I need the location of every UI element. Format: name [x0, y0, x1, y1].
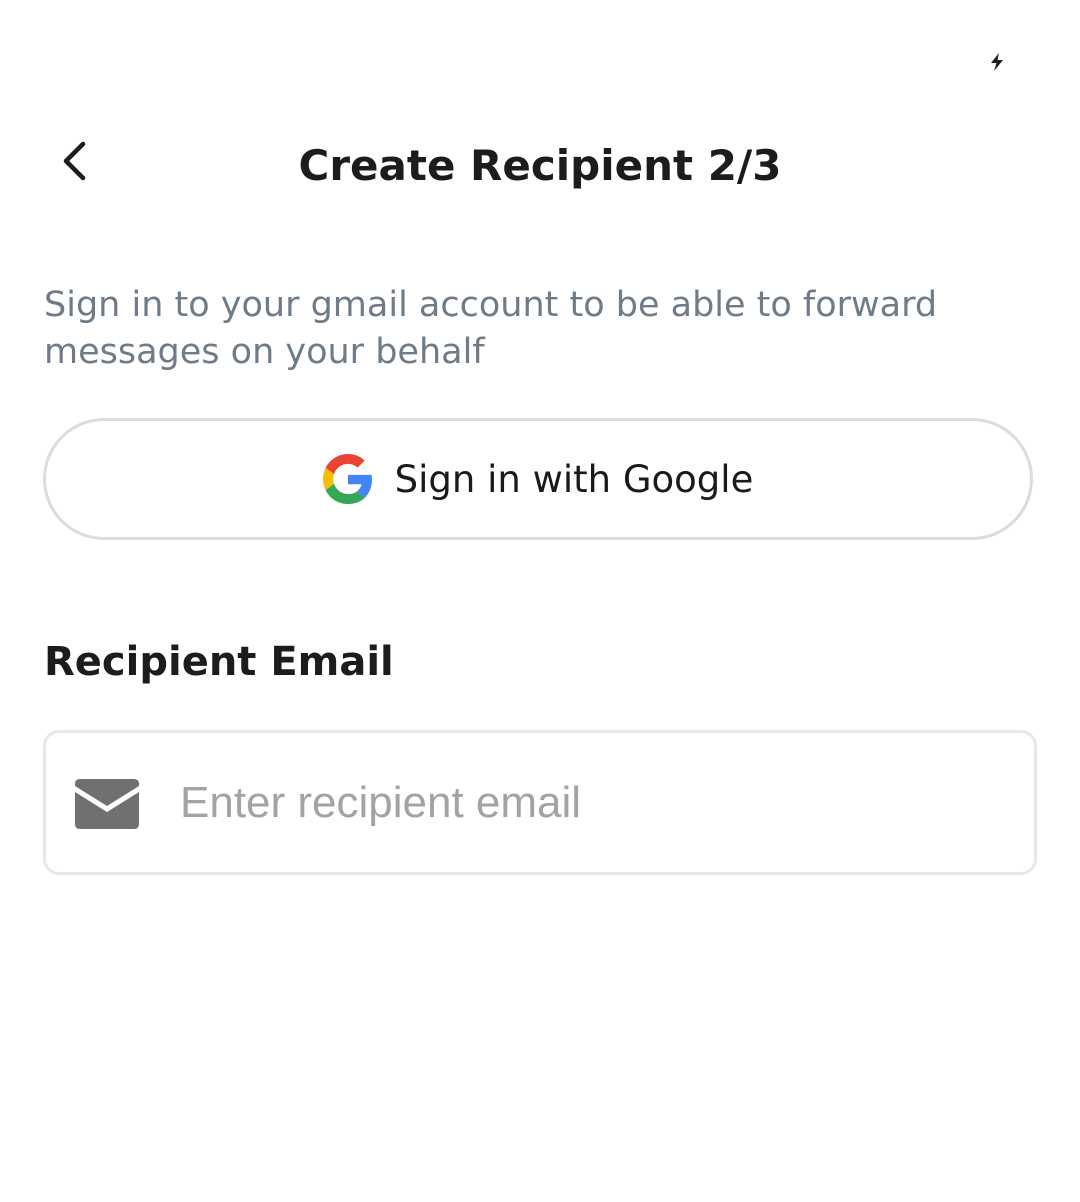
- google-button-label: Sign in with Google: [394, 457, 754, 501]
- page-title: Create Recipient 2/3: [298, 141, 782, 190]
- recipient-email-label: Recipient Email: [44, 639, 394, 685]
- sign-in-with-google-button[interactable]: Sign in with Google: [43, 418, 1033, 540]
- recipient-email-field[interactable]: [43, 730, 1037, 875]
- mail-envelope-icon: [75, 779, 139, 829]
- charging-bolt-icon: [988, 52, 1006, 72]
- recipient-email-input[interactable]: [180, 763, 1000, 843]
- google-g-icon: [322, 454, 373, 504]
- instruction-text: Sign in to your gmail account to be able…: [44, 285, 938, 372]
